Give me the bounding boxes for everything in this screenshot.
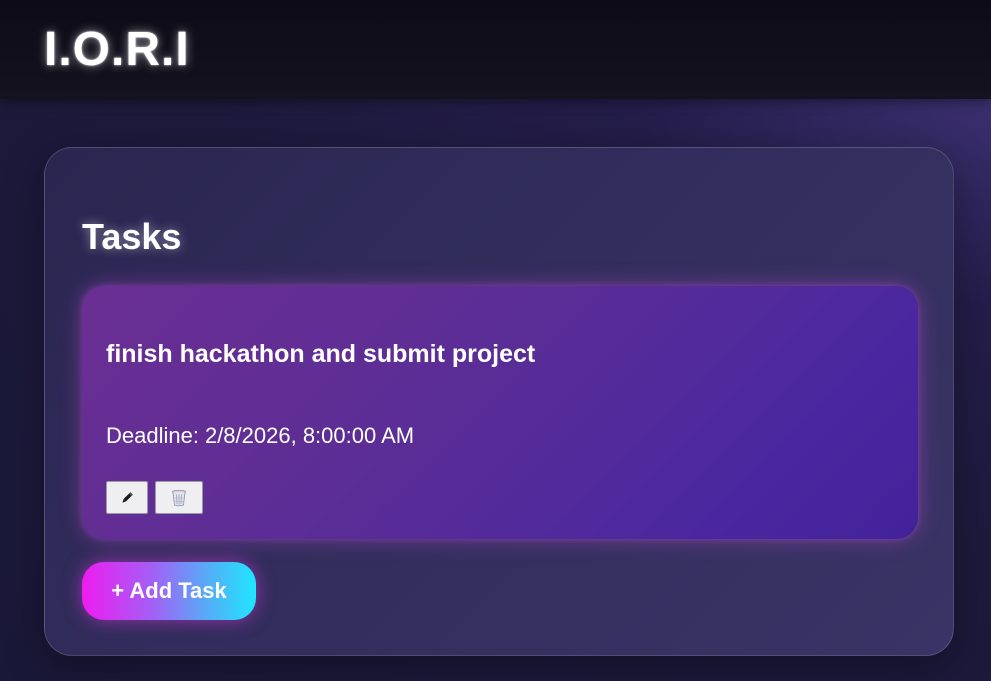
trash-icon bbox=[172, 489, 186, 506]
add-task-button[interactable]: + Add Task bbox=[82, 562, 256, 620]
tasks-panel: Tasks finish hackathon and submit projec… bbox=[44, 147, 954, 656]
tasks-heading: Tasks bbox=[82, 216, 182, 257]
task-deadline-label: Deadline: bbox=[106, 423, 199, 448]
delete-task-button[interactable] bbox=[155, 481, 203, 514]
task-deadline-value: 2/8/2026, 8:00:00 AM bbox=[204, 423, 415, 448]
app-brand-title: I.O.R.I bbox=[44, 23, 190, 76]
pencil-icon bbox=[122, 491, 133, 503]
task-title: finish hackathon and submit project bbox=[106, 340, 536, 368]
task-deadline: Deadline: 2/8/2026, 8:00:00 AM bbox=[106, 423, 414, 449]
edit-task-button[interactable] bbox=[106, 481, 148, 514]
top-bar: I.O.R.I bbox=[0, 0, 991, 99]
task-card: finish hackathon and submit project Dead… bbox=[82, 286, 918, 539]
